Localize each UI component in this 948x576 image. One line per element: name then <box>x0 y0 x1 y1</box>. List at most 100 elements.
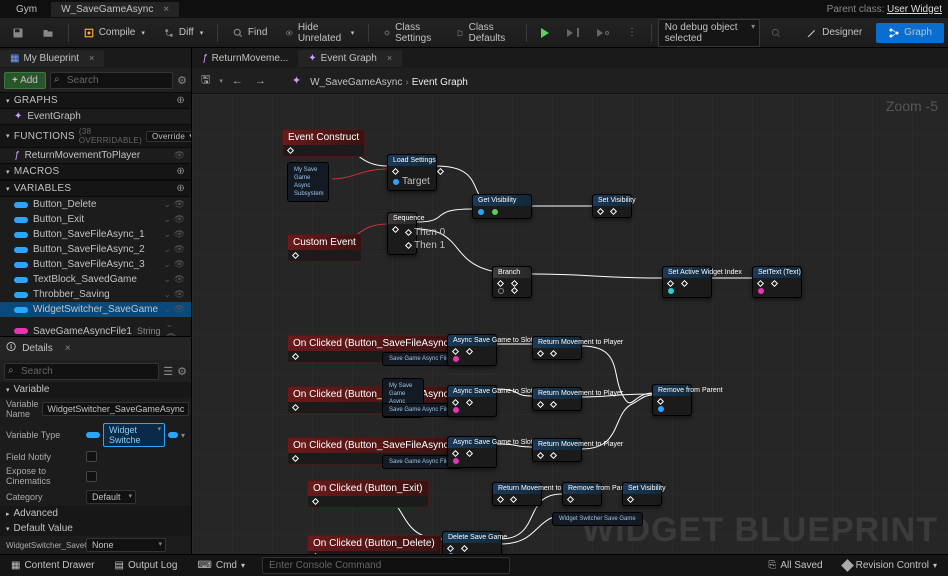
debug-find-button[interactable] <box>762 24 790 42</box>
close-icon[interactable]: × <box>387 53 392 63</box>
add-button[interactable]: + Add <box>4 72 46 89</box>
node-setvis[interactable]: Set Visibility <box>622 482 662 506</box>
graph-canvas[interactable]: Zoom -5 WIDGET BLUEPRINT <box>192 94 948 554</box>
node-setindex[interactable]: Set Active Widget Index <box>662 266 712 298</box>
toolbar: Compile▾ Diff▾ Find Hide Unrelated▾ Clas… <box>0 18 948 48</box>
compile-button[interactable]: Compile▾ <box>75 24 153 42</box>
settings-icon[interactable]: ⚙ <box>177 365 187 378</box>
settings-icon[interactable]: ⚙ <box>177 74 187 87</box>
variable-item[interactable]: WidgetSwitcher_SaveGame⌄ 👁 <box>0 302 191 317</box>
graph-mode-button[interactable]: Graph <box>876 23 944 43</box>
variable-name-input[interactable]: WidgetSwitcher_SaveGameAsync <box>42 402 189 416</box>
node-returnmove[interactable]: Return Movement to Player <box>532 387 582 411</box>
node-event-delete[interactable]: On Clicked (Button_Delete) <box>307 535 441 554</box>
close-icon[interactable]: × <box>89 53 94 63</box>
zoom-label: Zoom -5 <box>886 98 938 114</box>
nav-fwd-icon[interactable]: → <box>252 72 269 90</box>
console-input[interactable]: Enter Console Command <box>262 557 510 574</box>
diff-button[interactable]: Diff▾ <box>155 24 211 42</box>
default-value-dropdown[interactable]: None <box>86 538 166 552</box>
filter-icon[interactable]: ☰ <box>163 365 173 378</box>
graph-save-icon[interactable]: 🖫 <box>198 68 213 93</box>
node-function[interactable]: Load SettingsTarget <box>387 154 437 191</box>
node-setvis[interactable]: Set Visibility <box>592 194 632 218</box>
node-event-construct[interactable]: Event Construct <box>282 129 365 157</box>
node-branch[interactable]: Branch <box>492 266 532 298</box>
node-save3[interactable]: Async Save Game to Slot <box>447 436 497 468</box>
nav-back-icon[interactable]: ← <box>229 72 246 90</box>
variable-item[interactable]: SaveGameAsyncFile1String⌄ 👁 <box>0 317 191 336</box>
node-save2[interactable]: Async Save Game to Slot <box>447 385 497 417</box>
parent-class-label: Parent class: User Widget <box>827 4 942 15</box>
variable-section[interactable]: ▾Variable <box>0 382 191 397</box>
hide-unrelated-button[interactable]: Hide Unrelated▾ <box>277 19 362 47</box>
category-label: Category <box>6 492 82 502</box>
variable-item[interactable]: Button_SaveFileAsync_3⌄ 👁 <box>0 257 191 272</box>
details-search-input[interactable]: Search <box>4 363 159 380</box>
function-tab[interactable]: ƒReturnMoveme... <box>192 50 298 67</box>
cmd-button[interactable]: ⌨Cmd▾ <box>192 558 250 573</box>
node-save1[interactable]: Async Save Game to Slot <box>447 334 497 366</box>
output-log-button[interactable]: ▤Output Log <box>109 558 182 573</box>
graph-item[interactable]: ✦EventGraph <box>0 109 191 124</box>
variable-item[interactable]: Button_Delete⌄ 👁 <box>0 197 191 212</box>
asset-tab[interactable]: W_SaveGameAsync× <box>51 2 179 17</box>
play-menu-button[interactable]: ⋮ <box>619 24 645 41</box>
play-button[interactable] <box>533 25 557 41</box>
node-returnmove[interactable]: Return Movement to Player <box>532 438 582 462</box>
functions-section-header[interactable]: ▾FUNCTIONS(38 OVERRIDABLE)Override⊕ <box>0 124 191 148</box>
class-settings-button[interactable]: Class Settings <box>375 19 447 47</box>
node-var-ws[interactable]: Widget Switcher Save Game <box>552 512 643 526</box>
step-button[interactable] <box>589 26 617 40</box>
category-dropdown[interactable]: Default <box>86 490 136 504</box>
details-title: Details <box>22 343 53 354</box>
parent-class-link[interactable]: User Widget <box>887 4 942 15</box>
breadcrumb[interactable]: W_SaveGameAsync›Event Graph <box>310 74 468 88</box>
macros-section-header[interactable]: ▾MACROS⊕ <box>0 163 191 180</box>
revision-control-button[interactable]: Revision Control▾ <box>838 558 942 573</box>
close-icon[interactable]: × <box>65 343 71 354</box>
my-blueprint-tab[interactable]: ▦My Blueprint× <box>0 50 104 67</box>
play-options-button[interactable] <box>559 25 587 40</box>
save-button[interactable] <box>4 24 32 42</box>
function-item[interactable]: ƒReturnMovementToPlayer👁 <box>0 148 191 163</box>
blueprint-search-input[interactable]: Search <box>50 72 173 89</box>
variable-type-dropdown[interactable]: Widget Switche <box>103 423 165 447</box>
class-defaults-button[interactable]: Class Defaults <box>448 19 520 47</box>
advanced-section[interactable]: ▸Advanced <box>0 506 191 521</box>
node-remove-parent[interactable]: Remove from Parent <box>652 384 692 416</box>
field-notify-checkbox[interactable] <box>86 451 97 462</box>
node-var-subsystem[interactable]: My Save Game Async Subsystem <box>287 162 329 202</box>
content-drawer-button[interactable]: ▦Content Drawer <box>6 558 99 573</box>
node-returnmove[interactable]: Return Movement to Player <box>532 336 582 360</box>
node-event-exit[interactable]: On Clicked (Button_Exit) <box>307 480 429 508</box>
node-sequence[interactable]: SequenceThen 0Then 1 <box>387 212 417 255</box>
variable-item[interactable]: Button_SaveFileAsync_1⌄ 👁 <box>0 227 191 242</box>
add-variable-icon[interactable]: ⊕ <box>176 183 185 194</box>
node-remove-parent[interactable]: Remove from Parent <box>562 482 602 506</box>
default-value-section[interactable]: ▾Default Value <box>0 521 191 536</box>
variables-section-header[interactable]: ▾VARIABLES⊕ <box>0 180 191 197</box>
node-delete-save[interactable]: Delete Save Game <box>442 531 502 554</box>
variable-item[interactable]: Button_Exit⌄ 👁 <box>0 212 191 227</box>
expose-cinematics-label: Expose to Cinematics <box>6 466 82 486</box>
override-dropdown[interactable]: Override <box>146 131 191 142</box>
node-event[interactable]: Custom Event <box>287 234 362 262</box>
designer-mode-button[interactable]: Designer <box>794 23 874 43</box>
all-saved-label[interactable]: ⎘All Saved <box>763 558 827 573</box>
find-button[interactable]: Find <box>224 24 275 42</box>
add-graph-icon[interactable]: ⊕ <box>176 95 185 106</box>
debug-object-dropdown[interactable]: No debug object selected <box>658 19 760 47</box>
expose-cinematics-checkbox[interactable] <box>86 471 97 482</box>
browse-button[interactable] <box>34 24 62 42</box>
add-macro-icon[interactable]: ⊕ <box>176 166 185 177</box>
graphs-section-header[interactable]: ▾GRAPHS⊕ <box>0 92 191 109</box>
variable-item[interactable]: TextBlock_SavedGame⌄ 👁 <box>0 272 191 287</box>
variable-item[interactable]: Throbber_Saving⌄ 👁 <box>0 287 191 302</box>
level-tab[interactable]: Gym <box>6 2 47 17</box>
node-getvis[interactable]: Get Visibility <box>472 194 532 219</box>
node-returnmove[interactable]: Return Movement to Player <box>492 482 542 506</box>
variable-item[interactable]: Button_SaveFileAsync_2⌄ 👁 <box>0 242 191 257</box>
event-graph-tab[interactable]: ✦Event Graph× <box>298 50 402 67</box>
node-settext[interactable]: SetText (Text) <box>752 266 802 298</box>
